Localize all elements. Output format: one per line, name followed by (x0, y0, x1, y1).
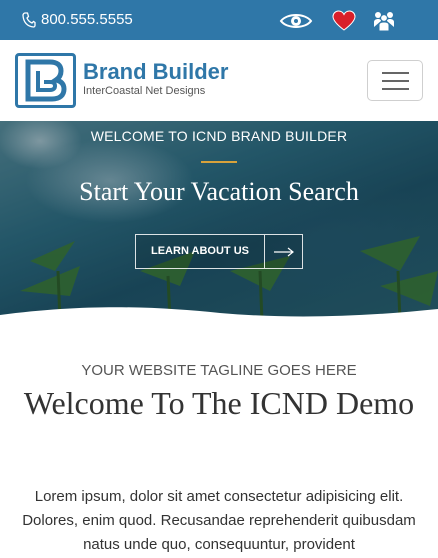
hero-banner: WELCOME TO ICND BRAND BUILDER Start Your… (0, 121, 438, 321)
brand-subtitle: InterCoastal Net Designs (83, 85, 206, 97)
hero-kicker: WELCOME TO ICND BRAND BUILDER (90, 128, 348, 144)
site-tagline: YOUR WEBSITE TAGLINE GOES HERE (81, 362, 357, 379)
brand-name[interactable]: Brand Builder (83, 59, 228, 85)
menu-bar (382, 72, 409, 74)
site-header: Brand Builder InterCoastal Net Designs (0, 40, 438, 121)
hero-divider (201, 161, 237, 163)
brand-logo[interactable] (15, 53, 76, 108)
hamburger-menu-icon[interactable] (367, 60, 423, 101)
learn-about-us-button[interactable]: LEARN ABOUT US (135, 234, 303, 269)
users-icon[interactable] (366, 8, 402, 34)
welcome-heading: Welcome To The ICND Demo (23, 385, 415, 421)
top-utility-bar: 800.555.5555 (0, 0, 438, 40)
hero-overlay (0, 121, 438, 321)
intro-paragraph: Lorem ipsum, dolor sit amet consectetur … (22, 488, 416, 553)
menu-bar (382, 80, 409, 82)
logo-letter-b (25, 59, 67, 102)
arrow-right-icon (265, 235, 303, 268)
hero-wave-edge (0, 307, 438, 321)
learn-about-us-label: LEARN ABOUT US (151, 245, 249, 257)
hero-title: Start Your Vacation Search (79, 177, 359, 206)
phone-icon (22, 11, 36, 28)
utility-icons (278, 8, 438, 34)
menu-bar (382, 88, 409, 90)
phone-link[interactable]: 800.555.5555 (22, 11, 133, 28)
heart-icon[interactable] (330, 8, 358, 34)
eye-icon[interactable] (278, 8, 314, 34)
phone-number: 800.555.5555 (41, 11, 133, 28)
